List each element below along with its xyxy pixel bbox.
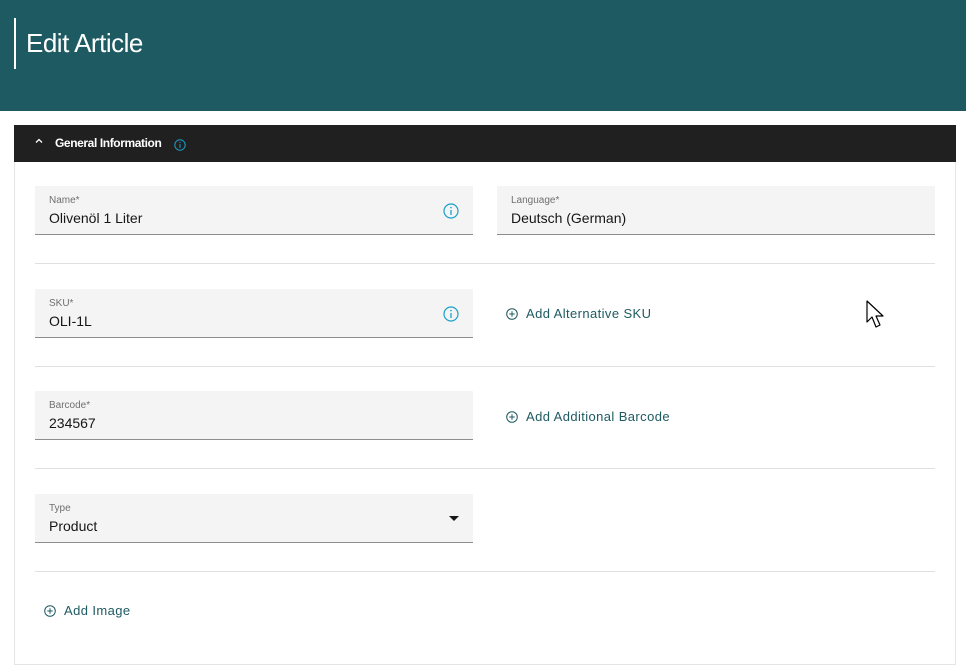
type-label: Type <box>49 503 71 514</box>
barcode-value[interactable]: 234567 <box>49 415 96 431</box>
add-additional-barcode-label: Add Additional Barcode <box>526 409 670 424</box>
header-accent-bar <box>14 18 16 69</box>
info-icon[interactable] <box>174 136 186 155</box>
name-value[interactable]: Olivenöl 1 Liter <box>49 210 142 226</box>
type-value[interactable]: Product <box>49 518 97 534</box>
barcode-label: Barcode* <box>49 400 91 411</box>
add-circle-icon <box>44 604 56 617</box>
name-label: Name* <box>49 195 80 206</box>
chevron-up-icon[interactable] <box>34 136 44 146</box>
sku-field[interactable]: SKU* OLI-1L <box>35 289 473 338</box>
info-icon[interactable] <box>443 306 459 326</box>
caret-down-icon[interactable] <box>449 516 459 521</box>
page-header: Edit Article <box>0 0 966 111</box>
divider <box>35 468 935 469</box>
add-alternative-sku-label: Add Alternative SKU <box>526 306 652 321</box>
page-title: Edit Article <box>26 28 143 58</box>
add-image-label: Add Image <box>64 603 131 618</box>
info-icon[interactable] <box>443 203 459 223</box>
add-alternative-sku-button[interactable]: Add Alternative SKU <box>506 306 651 321</box>
divider <box>35 366 935 367</box>
add-circle-icon <box>506 410 518 423</box>
add-additional-barcode-button[interactable]: Add Additional Barcode <box>506 409 670 424</box>
name-field[interactable]: Name* Olivenöl 1 Liter <box>35 186 473 235</box>
mouse-cursor-icon <box>866 300 888 334</box>
add-circle-icon <box>506 307 518 320</box>
barcode-field[interactable]: Barcode* 234567 <box>35 391 473 440</box>
language-value[interactable]: Deutsch (German) <box>511 210 626 226</box>
language-field[interactable]: Language* Deutsch (German) <box>497 186 935 235</box>
section-title: General Information <box>55 136 162 150</box>
divider <box>35 263 935 264</box>
sku-value[interactable]: OLI-1L <box>49 313 92 329</box>
add-image-button[interactable]: Add Image <box>44 603 130 618</box>
sku-label: SKU* <box>49 298 74 309</box>
type-select[interactable]: Type Product <box>35 494 473 543</box>
language-label: Language* <box>511 195 560 206</box>
divider <box>35 571 935 572</box>
section-header[interactable]: General Information <box>14 125 956 162</box>
